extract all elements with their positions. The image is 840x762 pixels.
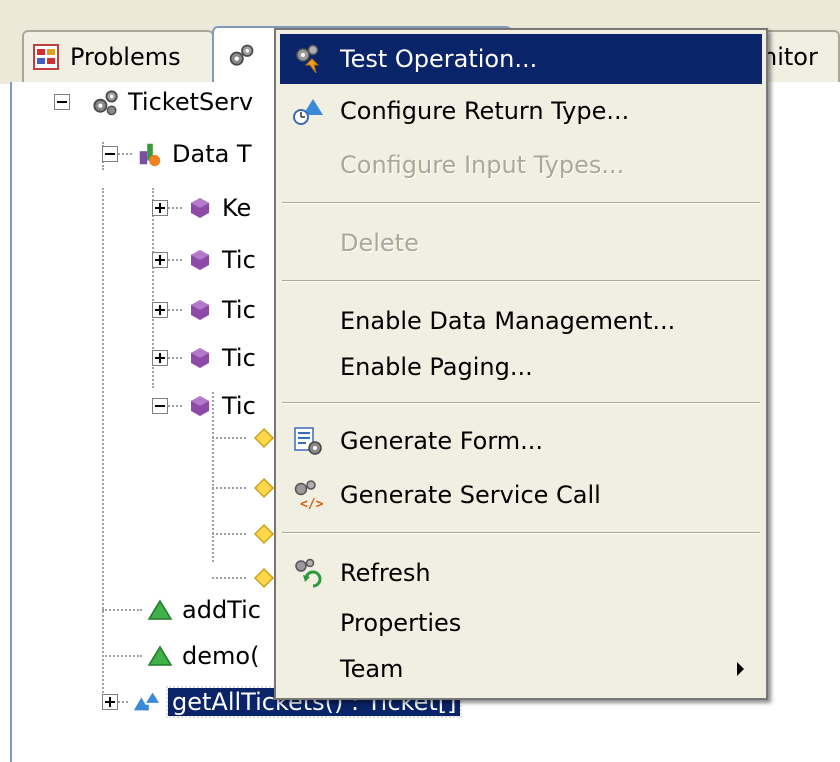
menu-separator [282,402,760,404]
tree-connector [168,207,182,209]
configure-return-icon [290,93,326,129]
menu-item-label: Generate Form... [340,427,544,455]
menu-separator [282,202,760,204]
menu-item-configure-input-types[interactable]: Configure Input Types... [280,140,762,190]
refresh-icon [290,555,326,591]
menu-item-label: Configure Return Type... [340,97,630,125]
menu-item-label: Configure Input Types... [340,151,625,179]
tree-node-type[interactable]: Tic [152,240,256,280]
collapse-toggle[interactable] [54,94,70,110]
menu-item-label: Generate Service Call [340,481,601,509]
submenu-arrow-icon [737,662,744,676]
menu-item-label: Test Operation... [340,45,538,73]
tree-connector [212,487,246,489]
menu-item-generate-form[interactable]: Generate Form... [280,416,762,466]
tree-node-label: Ke [222,194,252,222]
tree-connector [118,701,128,703]
tree-connector [168,309,182,311]
tree-node-operation[interactable]: addTic [102,590,261,630]
type-cube-icon [186,296,214,324]
menu-item-label: Properties [340,609,462,637]
tree-node-label: Data T [172,140,252,168]
tree-connector [212,577,246,579]
menu-separator [282,280,760,282]
operation-triangle-icon [146,642,174,670]
type-cube-icon [186,344,214,372]
tab-monitor-label: nitor [762,43,818,71]
menu-item-enable-paging[interactable]: Enable Paging... [280,342,762,392]
menu-item-enable-data-management[interactable]: Enable Data Management... [280,296,762,346]
problems-icon [32,43,60,71]
type-cube-icon [186,392,214,420]
menu-item-generate-service-call[interactable]: </> Generate Service Call [280,470,762,520]
service-gears-icon [92,88,120,116]
operation-triangle-icon [146,596,174,624]
tree-node-label: addTic [182,596,261,624]
expand-toggle[interactable] [152,350,168,366]
menu-item-label: Refresh [340,559,431,587]
menu-item-label: Team [340,655,404,683]
generate-service-call-icon: </> [290,477,326,513]
context-menu: Test Operation... Configure Return Type.… [274,28,768,700]
type-cube-icon [186,246,214,274]
data-types-icon [136,140,164,168]
menu-item-properties[interactable]: Properties [280,598,762,648]
tree-node-type[interactable]: Tic [152,290,256,330]
menu-item-delete[interactable]: Delete [280,218,762,268]
tab-problems[interactable]: Problems [22,30,214,82]
generate-form-icon [290,423,326,459]
type-cube-icon [186,194,214,222]
menu-item-test-operation[interactable]: Test Operation... [280,34,762,84]
tree-node-service[interactable]: TicketServ [54,82,253,122]
menu-item-label: Enable Data Management... [340,307,676,335]
menu-item-team[interactable]: Team [280,644,762,694]
tab-problems-label: Problems [70,43,181,71]
tree-connector [118,153,132,155]
tree-node-label: Tic [222,392,256,420]
tree-connector [212,533,246,535]
collapse-toggle[interactable] [102,146,118,162]
tree-connector [168,405,182,407]
tree-node-label: demo( [182,642,260,670]
services-gear-icon [228,42,256,70]
tree-node-label: Tic [222,344,256,372]
tree-node-type[interactable]: Tic [152,338,256,378]
tree-connector [168,357,182,359]
operation-return-icon [132,688,160,716]
tree-node-data-types[interactable]: Data T [102,134,252,174]
tree-connector [102,609,142,611]
menu-separator [282,532,760,534]
menu-item-configure-return-type[interactable]: Configure Return Type... [280,86,762,136]
tree-node-label: TicketServ [128,88,254,116]
collapse-toggle[interactable] [152,398,168,414]
tree-connector [102,655,142,657]
expand-toggle[interactable] [152,200,168,216]
menu-item-label: Delete [340,229,419,257]
tree-node-operation[interactable]: demo( [102,636,259,676]
expand-toggle[interactable] [102,694,118,710]
expand-toggle[interactable] [152,252,168,268]
tree-connector [168,259,182,261]
tree-node-label: Tic [222,246,256,274]
svg-text:</>: </> [300,497,324,511]
menu-item-label: Enable Paging... [340,353,533,381]
tree-node-label: Tic [222,296,256,324]
expand-toggle[interactable] [152,302,168,318]
menu-item-refresh[interactable]: Refresh [280,548,762,598]
tree-node-type[interactable]: Ke [152,188,251,228]
test-operation-icon [290,41,326,77]
tree-connector [212,437,246,439]
